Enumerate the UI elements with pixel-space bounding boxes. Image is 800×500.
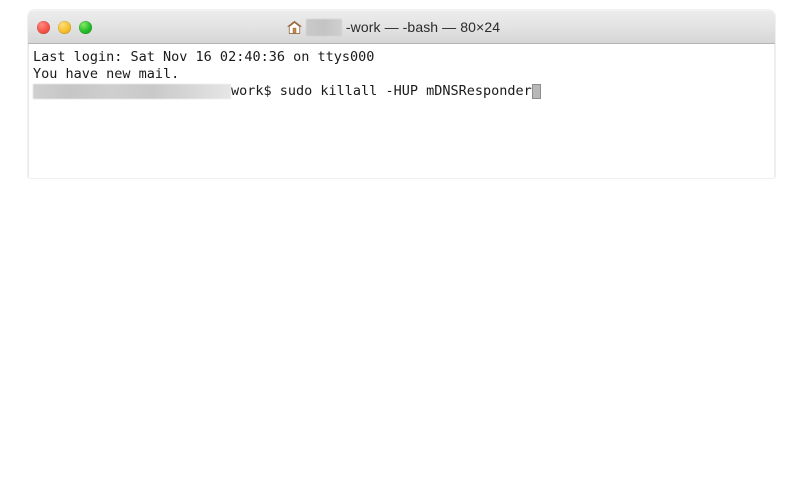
minimize-button[interactable] — [58, 20, 71, 34]
terminal-output-area[interactable]: Last login: Sat Nov 16 02:40:36 on ttys0… — [28, 44, 775, 178]
terminal-line-last-login: Last login: Sat Nov 16 02:40:36 on ttys0… — [33, 49, 774, 66]
title-bar[interactable]: -work — -bash — 80×24 — [28, 10, 775, 44]
text-cursor — [531, 84, 541, 99]
terminal-line-prompt[interactable]: work$ sudo killall -HUP mDNSResponder — [33, 83, 774, 100]
last-login-text: Last login: Sat Nov 16 02:40:36 on ttys0… — [33, 49, 375, 65]
mail-notice-text: You have new mail. — [33, 66, 180, 82]
zoom-button[interactable] — [79, 20, 92, 34]
redacted-username-block — [305, 18, 342, 36]
terminal-window[interactable]: -work — -bash — 80×24 Last login: Sat No… — [28, 10, 775, 178]
redacted-prompt-block — [33, 84, 231, 99]
command-input-text[interactable]: sudo killall -HUP mDNSResponder — [280, 83, 532, 100]
home-icon — [286, 20, 302, 34]
window-controls — [37, 11, 92, 43]
close-button[interactable] — [37, 20, 50, 34]
terminal-line-mail-notice: You have new mail. — [33, 66, 774, 83]
prompt-suffix-text: work$ — [231, 83, 280, 99]
window-title-text: -work — -bash — 80×24 — [345, 19, 501, 35]
window-title: -work — -bash — 80×24 — [286, 18, 501, 36]
